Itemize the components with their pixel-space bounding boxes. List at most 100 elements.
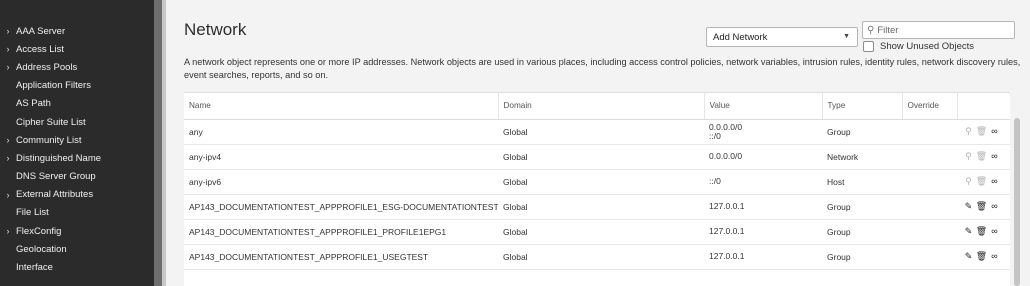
binoculars-icon[interactable]: ∞ — [988, 251, 1001, 261]
table-row[interactable]: AP143_DOCUMENTATIONTEST_APPPROFILE1_PROF… — [184, 219, 1010, 245]
sidebar-item-label: DNS Server Group — [16, 171, 96, 183]
edit-icon[interactable]: ✎ — [962, 201, 975, 212]
object-sidebar: › AAA Server › Access List › Address Pools App… — [0, 0, 154, 286]
sidebar-item[interactable]: › FlexConfig — [0, 222, 154, 240]
chevron-right-icon: › — [6, 153, 10, 164]
sidebar-item-label: Cipher Suite List — [16, 116, 86, 128]
column-header-override[interactable]: Override — [902, 93, 958, 120]
show-unused-checkbox[interactable] — [863, 41, 874, 52]
sidebar-item-label: Application Filters — [16, 80, 91, 92]
cell-value: 127.0.0.1 — [704, 194, 822, 220]
filter-placeholder: Filter — [877, 24, 899, 36]
trash-icon[interactable]: 🗑 — [975, 251, 988, 262]
sidebar-item[interactable]: AS Path — [0, 95, 154, 113]
trash-icon[interactable]: 🗑 — [975, 226, 988, 237]
sidebar-item[interactable]: File List — [0, 204, 154, 222]
cell-domain: Global — [498, 144, 704, 170]
cell-override — [902, 219, 957, 245]
cell-actions: ✎ 🗑 ∞ — [957, 194, 1010, 220]
edit-icon[interactable]: ✎ — [962, 226, 975, 237]
sidebar-item-label: FlexConfig — [16, 225, 62, 237]
cell-value: 127.0.0.1 — [704, 219, 822, 245]
cell-name: any — [184, 119, 498, 145]
column-header-actions — [957, 93, 1010, 120]
sidebar-item[interactable]: Interface — [0, 258, 154, 276]
table-row[interactable]: AP143_DOCUMENTATIONTEST_APPPROFILE1_ESG-… — [184, 194, 1010, 220]
cell-type: Host — [822, 169, 902, 195]
trash-icon[interactable]: 🗑 — [975, 126, 988, 137]
view-icon[interactable]: ⚲ — [962, 151, 975, 162]
cell-type: Group — [822, 119, 902, 145]
table-header-row: Name Domain Value Type Override — [184, 93, 1010, 120]
table-row[interactable]: any Global 0.0.0.0/0::/0 Group ⚲ 🗑 ∞ — [184, 119, 1010, 145]
cell-value-line: 0.0.0.0/0 — [709, 151, 743, 161]
sidebar-divider[interactable] — [154, 0, 162, 286]
sidebar-item[interactable]: › Address Pools — [0, 58, 154, 76]
cell-value-line: 127.0.0.1 — [709, 251, 745, 261]
search-icon: ⚲ — [867, 24, 875, 36]
cell-value: 127.0.0.1 — [704, 244, 822, 270]
cell-type: Network — [822, 144, 902, 170]
cell-override — [902, 194, 957, 220]
binoculars-icon[interactable]: ∞ — [988, 201, 1001, 211]
trash-icon[interactable]: 🗑 — [975, 176, 988, 187]
trash-icon[interactable]: 🗑 — [975, 151, 988, 162]
cell-value: ::/0 — [704, 169, 822, 195]
show-unused-objects[interactable]: Show Unused Objects — [863, 41, 974, 52]
cell-type: Group — [822, 244, 902, 270]
cell-override — [902, 244, 957, 270]
cell-domain: Global — [498, 169, 704, 195]
main-panel: Network Add Network ▼ ⚲ Filter Show Unus… — [166, 0, 1030, 286]
filter-input[interactable]: ⚲ Filter — [862, 21, 1015, 39]
edit-icon[interactable]: ✎ — [962, 251, 975, 262]
sidebar-item[interactable]: Application Filters — [0, 77, 154, 95]
table-row[interactable]: any-ipv4 Global 0.0.0.0/0 Network ⚲ 🗑 ∞ — [184, 144, 1010, 170]
network-table: Name Domain Value Type Override any Globa… — [184, 92, 1010, 286]
cell-value-line: ::/0 — [709, 130, 721, 141]
cell-domain: Global — [498, 244, 704, 270]
view-icon[interactable]: ⚲ — [962, 176, 975, 187]
trash-icon[interactable]: 🗑 — [975, 201, 988, 212]
sidebar-item[interactable]: › Access List — [0, 40, 154, 58]
chevron-right-icon: › — [6, 135, 10, 146]
caret-down-icon: ▼ — [843, 33, 850, 40]
binoculars-icon[interactable]: ∞ — [988, 126, 1001, 136]
binoculars-icon[interactable]: ∞ — [988, 226, 1001, 236]
sidebar-item[interactable]: › AAA Server — [0, 22, 154, 40]
binoculars-icon[interactable]: ∞ — [988, 151, 1001, 161]
sidebar-item[interactable]: Cipher Suite List — [0, 113, 154, 131]
add-network-dropdown[interactable]: Add Network ▼ — [706, 27, 858, 47]
column-header-type[interactable]: Type — [822, 93, 903, 120]
show-unused-label: Show Unused Objects — [880, 41, 974, 52]
cell-actions: ⚲ 🗑 ∞ — [957, 169, 1010, 195]
chevron-right-icon: › — [6, 44, 10, 55]
binoculars-icon[interactable]: ∞ — [988, 176, 1001, 186]
sidebar-item-label: File List — [16, 207, 49, 219]
view-icon[interactable]: ⚲ — [962, 126, 975, 137]
table-row[interactable]: any-ipv6 Global::/0 Host ⚲ 🗑 ∞ — [184, 169, 1010, 195]
column-header-value[interactable]: Value — [704, 93, 823, 120]
sidebar-item-label: Community List — [16, 134, 82, 146]
sidebar-item-label: Interface — [16, 262, 53, 274]
sidebar-item-label: Geolocation — [16, 243, 67, 255]
chevron-right-icon: › — [6, 26, 10, 37]
cell-override — [902, 169, 957, 195]
table-row[interactable]: AP143_DOCUMENTATIONTEST_APPPROFILE1_USEG… — [184, 244, 1010, 270]
cell-type: Group — [822, 219, 902, 245]
sidebar-item[interactable]: › Distinguished Name — [0, 149, 154, 167]
sidebar-item-label: AS Path — [16, 98, 51, 110]
column-header-name[interactable]: Name — [184, 93, 499, 120]
sidebar-item[interactable]: Geolocation — [0, 240, 154, 258]
chevron-right-icon: › — [6, 189, 10, 200]
cell-value-line: 0.0.0.0/0 — [709, 121, 743, 132]
sidebar-item-label: Distinguished Name — [16, 152, 102, 164]
sidebar-item[interactable]: › External Attributes — [0, 186, 154, 204]
cell-actions: ⚲ 🗑 ∞ — [957, 119, 1010, 145]
column-header-domain[interactable]: Domain — [498, 93, 705, 120]
cell-domain: Global — [498, 119, 704, 145]
sidebar-item[interactable]: › Community List — [0, 131, 154, 149]
sidebar-item[interactable]: DNS Server Group — [0, 168, 154, 186]
add-network-label: Add Network — [713, 31, 768, 43]
cell-actions: ✎ 🗑 ∞ — [957, 219, 1010, 245]
scrollbar-thumb[interactable] — [1014, 118, 1020, 286]
